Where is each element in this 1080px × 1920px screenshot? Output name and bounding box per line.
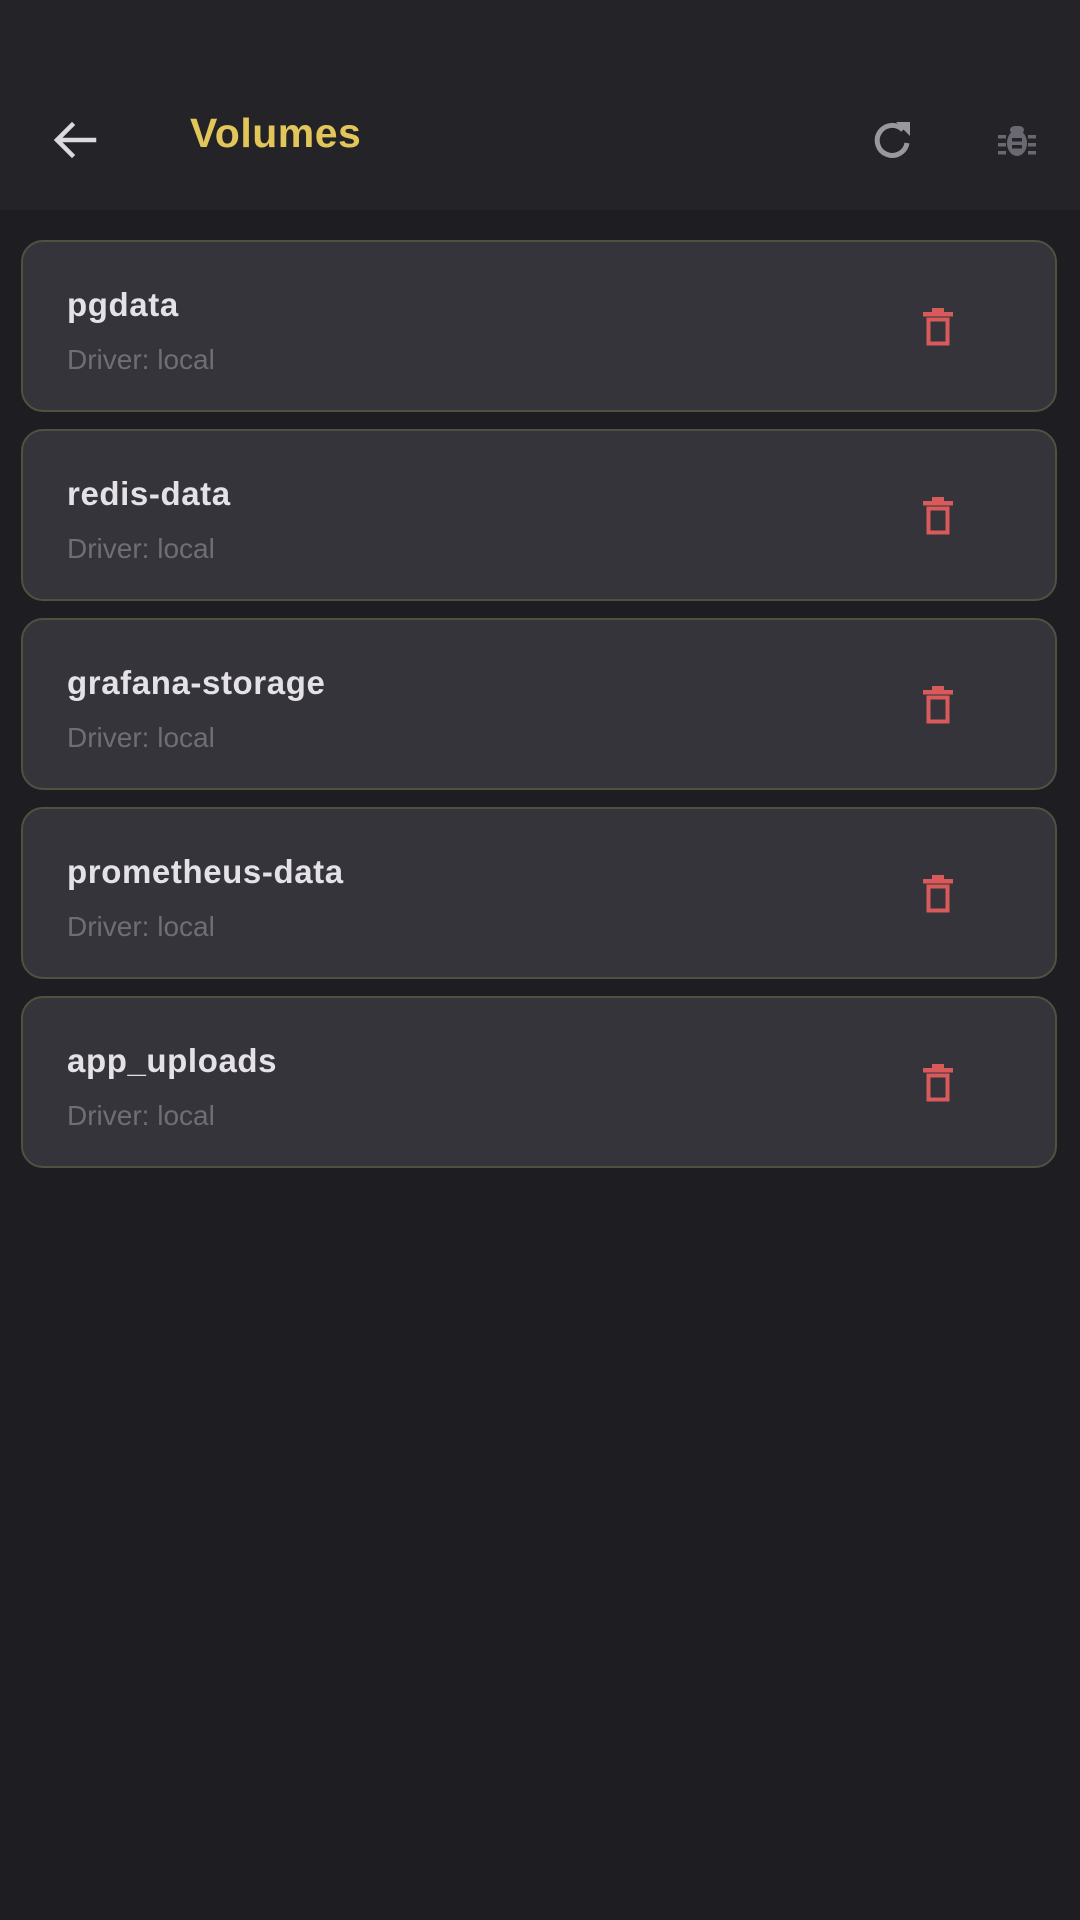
volume-driver: Driver: local: [67, 911, 215, 942]
volume-name: pgdata: [67, 286, 179, 323]
trash-icon: [923, 1064, 953, 1102]
volume-card[interactable]: app_uploads Driver: local: [21, 996, 1057, 1168]
page-title: Volumes: [190, 110, 362, 156]
delete-volume-button[interactable]: [903, 292, 973, 362]
volume-card[interactable]: pgdata Driver: local: [21, 240, 1057, 412]
arrow-back-icon: [53, 121, 97, 159]
volume-driver: Driver: local: [67, 1100, 215, 1131]
volume-card[interactable]: prometheus-data Driver: local: [21, 807, 1057, 979]
volume-driver: Driver: local: [67, 722, 215, 753]
trash-icon: [923, 308, 953, 346]
volume-name: app_uploads: [67, 1042, 278, 1079]
bug-icon: [998, 126, 1036, 156]
back-button[interactable]: [40, 106, 108, 174]
volume-name: grafana-storage: [67, 664, 326, 701]
trash-icon: [923, 875, 953, 913]
volume-card[interactable]: grafana-storage Driver: local: [21, 618, 1057, 790]
volume-card[interactable]: redis-data Driver: local: [21, 429, 1057, 601]
trash-icon: [923, 686, 953, 724]
delete-volume-button[interactable]: [903, 859, 973, 929]
delete-volume-button[interactable]: [903, 670, 973, 740]
refresh-icon: [874, 122, 910, 158]
volume-list: pgdata Driver: local redis-data Driver: …: [21, 240, 1059, 1185]
volume-driver: Driver: local: [67, 533, 215, 564]
app-bar: Volumes: [0, 0, 1080, 210]
volume-name: prometheus-data: [67, 853, 344, 890]
delete-volume-button[interactable]: [903, 481, 973, 551]
debug-button[interactable]: [983, 106, 1051, 174]
delete-volume-button[interactable]: [903, 1048, 973, 1118]
volume-name: redis-data: [67, 475, 231, 512]
trash-icon: [923, 497, 953, 535]
volume-driver: Driver: local: [67, 344, 215, 375]
refresh-button[interactable]: [858, 106, 926, 174]
